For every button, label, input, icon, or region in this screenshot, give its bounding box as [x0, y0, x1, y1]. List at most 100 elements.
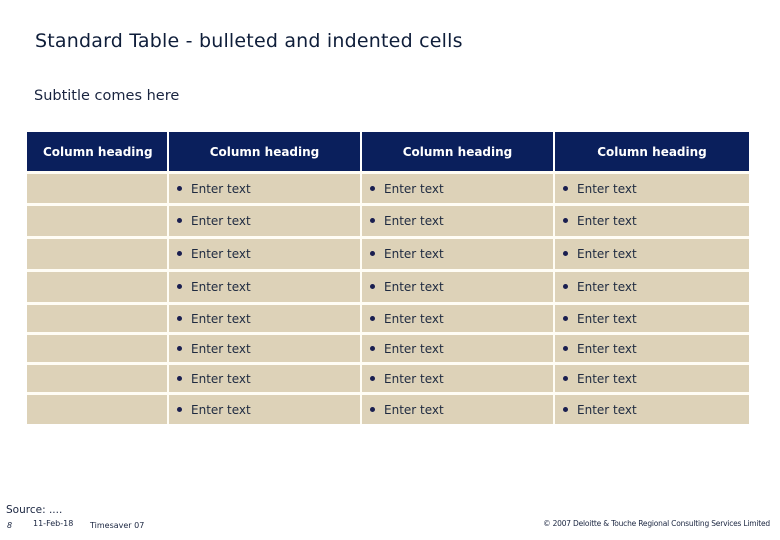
bullet-icon — [563, 406, 568, 412]
table-row: Enter text Enter text Enter text — [27, 302, 749, 334]
bullet-icon — [563, 185, 568, 191]
bullet-icon — [370, 284, 375, 289]
table-cell: Enter text — [361, 203, 555, 238]
slide-subtitle: Subtitle comes here — [34, 88, 180, 104]
table-cell: Enter text — [168, 332, 362, 364]
table-cell: Enter text — [168, 392, 362, 424]
cell-text: Enter text — [384, 402, 444, 417]
table-cell: Enter text — [554, 203, 749, 238]
bullet-icon — [563, 251, 568, 256]
cell-text: Enter text — [384, 341, 444, 356]
table-row: Enter text Enter text Enter text — [27, 362, 749, 394]
bullet-icon — [563, 218, 568, 223]
column-heading: Column heading — [27, 132, 169, 173]
bullet-icon — [370, 375, 375, 381]
table-cell: Enter text — [554, 302, 749, 334]
cell-text: Enter text — [191, 214, 251, 228]
row-label-cell — [27, 392, 169, 424]
row-label-cell — [27, 171, 169, 205]
cell-text: Enter text — [577, 402, 637, 417]
bullet-icon — [370, 185, 375, 191]
standard-table: Column heading Column heading Column hea… — [27, 132, 749, 424]
bullet-icon — [177, 251, 182, 256]
cell-text: Enter text — [577, 341, 637, 356]
cell-text: Enter text — [577, 181, 637, 196]
row-label-cell — [27, 362, 169, 394]
bullet-icon — [563, 284, 568, 289]
bullet-icon — [177, 218, 182, 223]
bullet-icon — [177, 406, 182, 412]
table-cell: Enter text — [554, 269, 749, 304]
table-cell: Enter text — [168, 302, 362, 334]
cell-text: Enter text — [384, 311, 444, 326]
table-row: Enter text Enter text Enter text — [27, 332, 749, 364]
table-cell: Enter text — [554, 332, 749, 364]
cell-text: Enter text — [577, 371, 637, 386]
cell-text: Enter text — [191, 371, 251, 386]
table-cell: Enter text — [168, 236, 362, 271]
bullet-icon — [177, 315, 182, 321]
table-cell: Enter text — [168, 171, 362, 205]
table-cell: Enter text — [554, 362, 749, 394]
copyright-notice: © 2007 Deloitte & Touche Regional Consul… — [543, 519, 770, 528]
bullet-icon — [370, 218, 375, 223]
table-cell: Enter text — [168, 362, 362, 394]
page-number: 8 — [7, 521, 13, 530]
source-note: Source: .... — [6, 504, 63, 516]
cell-text: Enter text — [577, 247, 637, 261]
bullet-icon — [563, 315, 568, 321]
bullet-icon — [563, 345, 568, 351]
bullet-icon — [563, 375, 568, 381]
table-row: Enter text Enter text Enter text — [27, 203, 749, 238]
table-cell: Enter text — [554, 171, 749, 205]
column-heading: Column heading — [168, 132, 362, 173]
cell-text: Enter text — [191, 280, 251, 294]
cell-text: Enter text — [191, 402, 251, 417]
footer-date: 11-Feb-18 — [33, 519, 74, 528]
bullet-icon — [370, 315, 375, 321]
column-heading: Column heading — [361, 132, 555, 173]
cell-text: Enter text — [384, 214, 444, 228]
cell-text: Enter text — [384, 181, 444, 196]
footer-version: Timesaver 07 — [90, 521, 145, 530]
row-label-cell — [27, 269, 169, 304]
table-cell: Enter text — [361, 269, 555, 304]
cell-text: Enter text — [577, 214, 637, 228]
table-cell: Enter text — [361, 236, 555, 271]
bullet-icon — [177, 375, 182, 381]
table-row: Enter text Enter text Enter text — [27, 236, 749, 271]
table-row: Enter text Enter text Enter text — [27, 171, 749, 205]
table-row: Enter text Enter text Enter text — [27, 392, 749, 424]
table-header-row: Column heading Column heading Column hea… — [27, 132, 749, 173]
table-cell: Enter text — [361, 392, 555, 424]
column-heading: Column heading — [554, 132, 749, 173]
cell-text: Enter text — [577, 280, 637, 294]
table-cell: Enter text — [361, 362, 555, 394]
table-row: Enter text Enter text Enter text — [27, 269, 749, 304]
cell-text: Enter text — [384, 280, 444, 294]
slide-title: Standard Table - bulleted and indented c… — [35, 30, 463, 52]
table-cell: Enter text — [361, 302, 555, 334]
bullet-icon — [177, 345, 182, 351]
table-cell: Enter text — [168, 269, 362, 304]
cell-text: Enter text — [191, 247, 251, 261]
cell-text: Enter text — [577, 311, 637, 326]
cell-text: Enter text — [191, 341, 251, 356]
table-cell: Enter text — [361, 332, 555, 364]
table-cell: Enter text — [361, 171, 555, 205]
row-label-cell — [27, 236, 169, 271]
row-label-cell — [27, 302, 169, 334]
table-cell: Enter text — [554, 236, 749, 271]
cell-text: Enter text — [191, 181, 251, 196]
row-label-cell — [27, 203, 169, 238]
bullet-icon — [177, 185, 182, 191]
table-cell: Enter text — [168, 203, 362, 238]
row-label-cell — [27, 332, 169, 364]
table-cell: Enter text — [554, 392, 749, 424]
cell-text: Enter text — [191, 311, 251, 326]
bullet-icon — [370, 345, 375, 351]
cell-text: Enter text — [384, 371, 444, 386]
bullet-icon — [177, 284, 182, 289]
bullet-icon — [370, 406, 375, 412]
cell-text: Enter text — [384, 247, 444, 261]
